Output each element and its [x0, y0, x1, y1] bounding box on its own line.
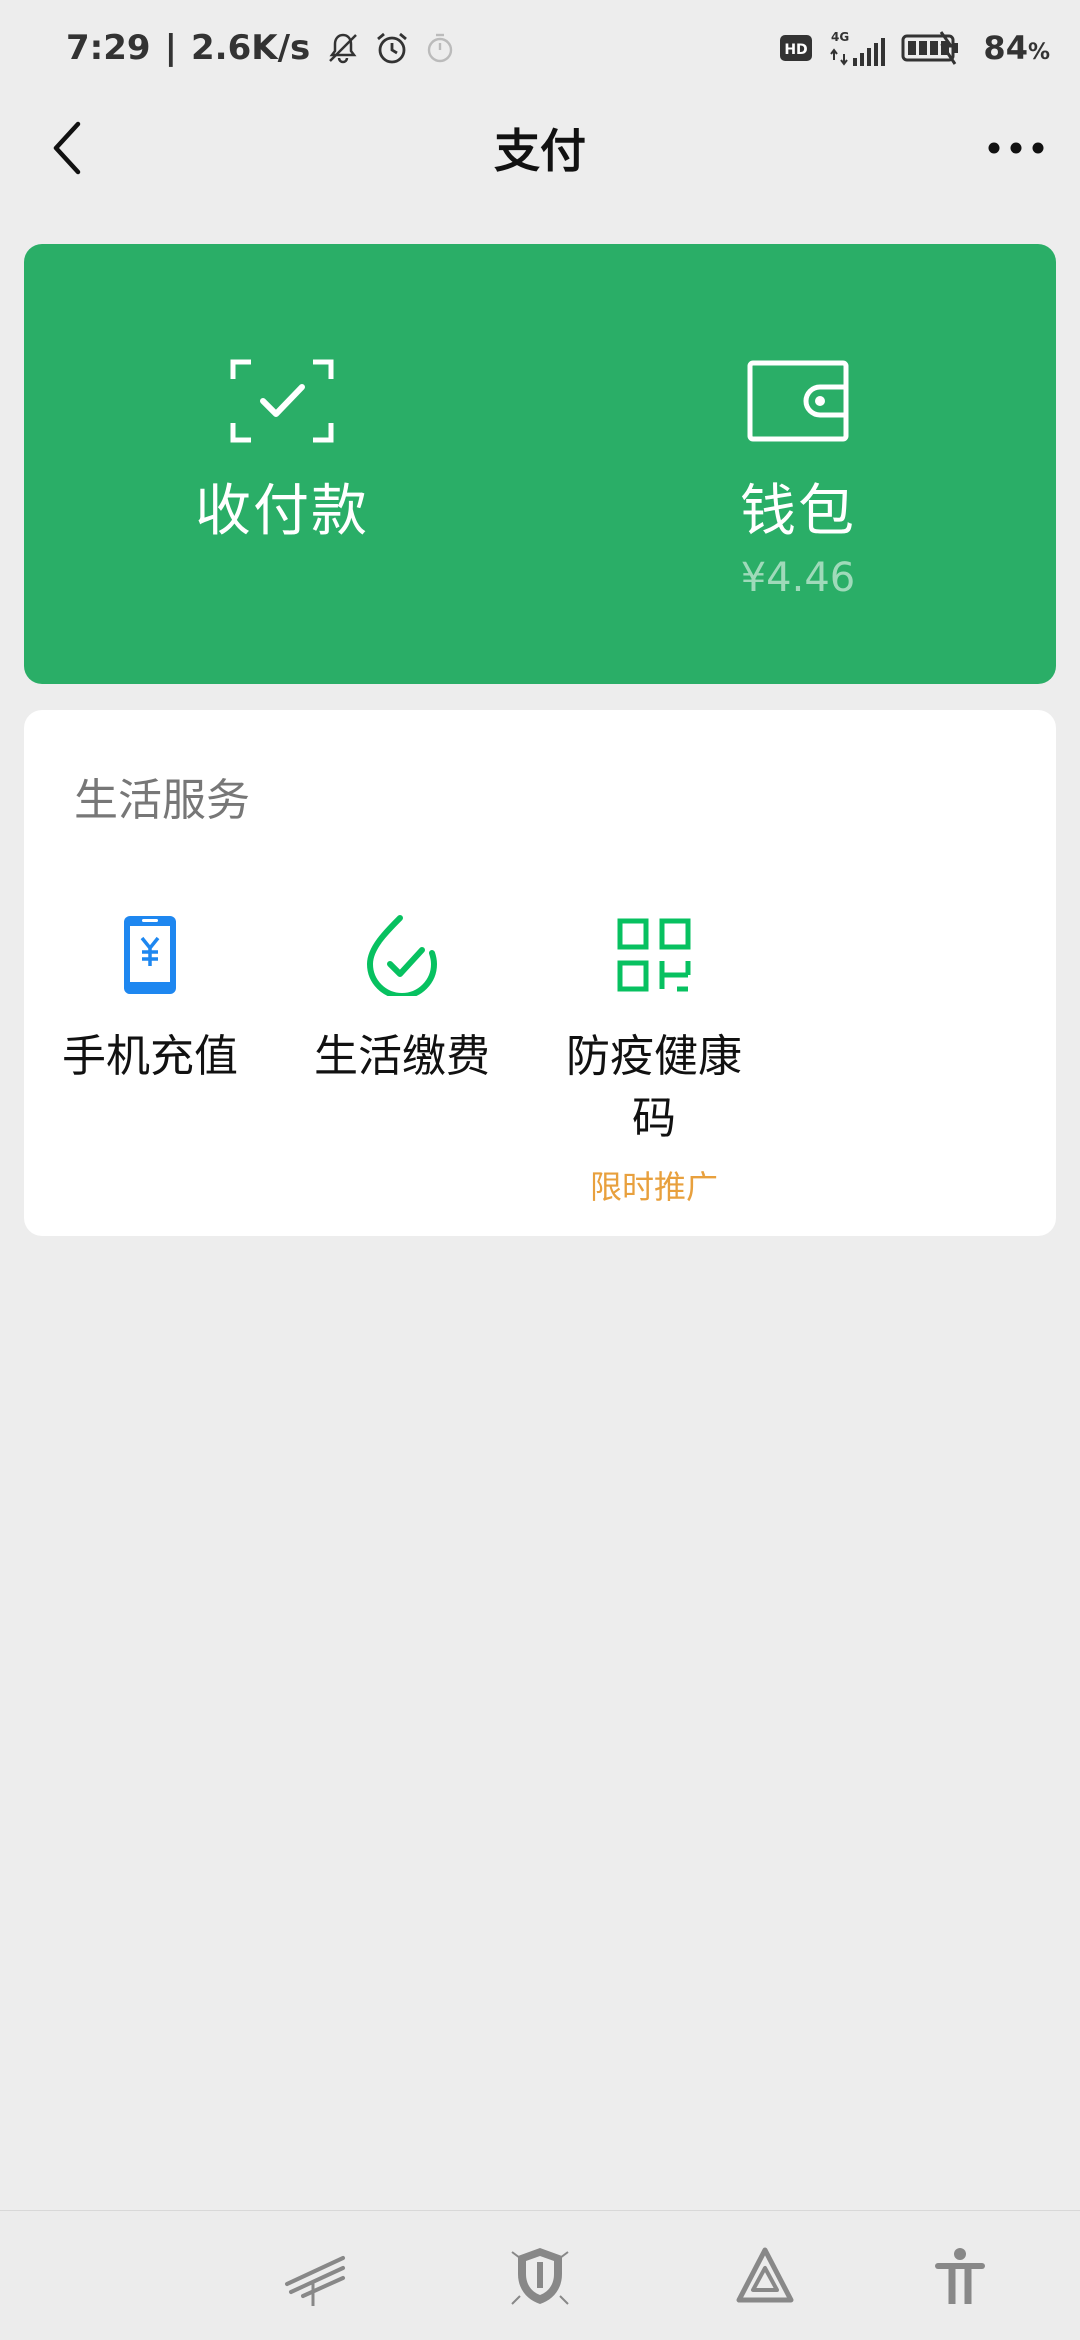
qr-code-icon	[609, 910, 699, 1000]
mute-bell-icon	[326, 31, 360, 65]
service-item-mobile-topup[interactable]: 手机充值	[24, 910, 276, 1208]
life-services-card: 生活服务 手机充值 生活缴费 防疫健康码 限时推广	[24, 710, 1056, 1236]
battery-value: 84	[983, 29, 1028, 67]
service-item-health-code[interactable]: 防疫健康码 限时推广	[528, 910, 780, 1208]
status-time: 7:29	[66, 28, 151, 68]
accessibility-button[interactable]	[925, 2241, 995, 2311]
wallet-button[interactable]: 钱包 ¥4.46	[540, 244, 1056, 684]
timer-icon	[424, 32, 456, 64]
pay-card: 收付款 钱包 ¥4.46	[24, 244, 1056, 684]
services-grid: 手机充值 生活缴费 防疫健康码 限时推广	[24, 910, 1056, 1208]
status-left: 7:29 | 2.6K/s	[66, 28, 456, 68]
service-label: 生活缴费	[314, 1031, 490, 1082]
alarm-icon	[374, 30, 410, 66]
shield-button[interactable]	[505, 2241, 575, 2311]
network-type-text: 4G	[831, 30, 849, 44]
nav-bar: 支付	[0, 96, 1080, 200]
status-bar: 7:29 | 2.6K/s HD 4G 84%	[0, 0, 1080, 96]
battery-icon	[901, 30, 971, 66]
back-button[interactable]	[36, 116, 100, 180]
chevron-left-icon	[53, 121, 81, 175]
accessibility-icon	[935, 2248, 985, 2304]
status-separator: |	[164, 28, 177, 68]
swipe-lines-icon	[285, 2256, 345, 2306]
signal-icon: 4G	[825, 28, 889, 68]
wallet-label: 钱包	[740, 479, 856, 544]
more-button[interactable]	[980, 116, 1052, 180]
service-label: 手机充值	[62, 1031, 238, 1082]
wallet-balance: ¥4.46	[740, 555, 856, 601]
more-dots-icon	[988, 142, 1044, 154]
battery-unit: %	[1027, 40, 1050, 65]
hd-icon: HD	[779, 33, 813, 63]
status-icons-left	[326, 30, 456, 66]
page-title: 支付	[494, 124, 586, 178]
receive-pay-label: 收付款	[195, 479, 369, 544]
promo-badge: 限时推广	[589, 1168, 718, 1206]
battery-percent: 84%	[983, 29, 1050, 67]
status-net-speed: 2.6K/s	[191, 28, 311, 68]
life-services-title: 生活服务	[74, 775, 250, 826]
swipe-lines-button[interactable]	[280, 2241, 350, 2311]
receive-pay-button[interactable]: 收付款	[24, 244, 540, 684]
status-right: HD 4G 84%	[779, 28, 1050, 68]
phone-yuan-icon	[105, 910, 195, 1000]
triangle-button[interactable]	[730, 2241, 800, 2311]
scan-check-icon	[227, 356, 337, 446]
service-item-utility-bills[interactable]: 生活缴费	[276, 910, 528, 1208]
hd-badge-text: HD	[785, 42, 808, 58]
bottom-system-nav	[0, 2210, 1080, 2340]
wallet-icon	[743, 356, 853, 446]
drop-check-icon	[357, 910, 447, 1000]
triangle-icon	[736, 2247, 794, 2303]
service-label: 防疫健康码	[566, 1031, 742, 1144]
shield-icon	[511, 2248, 569, 2305]
